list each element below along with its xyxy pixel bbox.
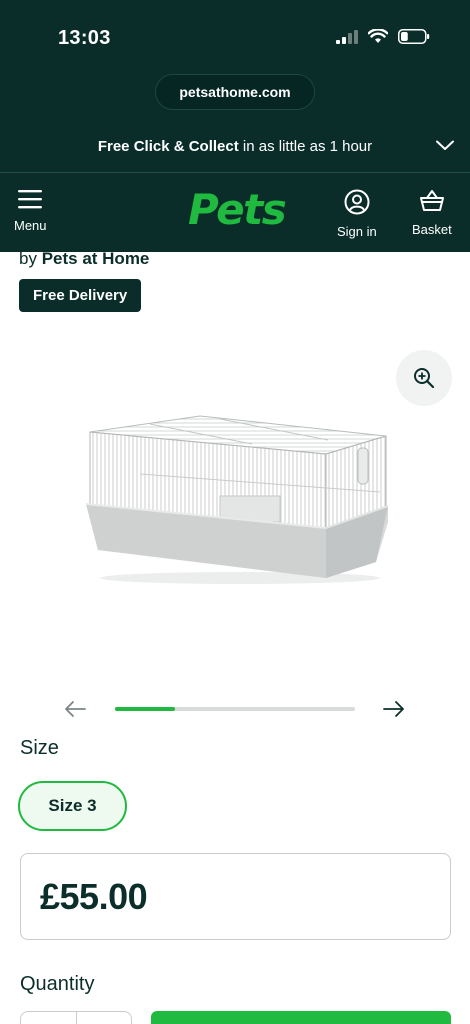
arrow-right-icon[interactable] [383,700,405,718]
pets-logo[interactable]: Pets [188,185,287,234]
size-label: Size [20,737,59,759]
basket-button[interactable]: Basket [412,189,452,237]
signal-icon [336,29,358,44]
brand-link[interactable]: Pets at Home [42,249,150,268]
zoom-button[interactable] [396,350,452,406]
product-image[interactable] [80,410,392,588]
status-bar: 13:03 [0,0,470,70]
sign-in-label: Sign in [337,224,377,239]
chevron-down-icon[interactable] [436,140,454,151]
quantity-label: Quantity [20,973,95,995]
price: £55.00 [40,876,148,917]
site-header: Menu Pets Sign in Basket [0,172,470,252]
free-delivery-badge: Free Delivery [19,279,142,312]
hamburger-icon [18,190,43,209]
sign-in-button[interactable]: Sign in [337,189,377,239]
status-time: 13:03 [58,27,111,49]
carousel-progress-fill [115,707,175,711]
user-icon [344,189,370,215]
promo-bold-text: Free Click & Collect [97,138,239,155]
menu-button[interactable]: Menu [14,189,47,233]
basket-label: Basket [412,222,452,237]
status-icons [336,29,430,44]
quantity-divider [76,1012,77,1024]
basket-icon [419,190,444,211]
wifi-icon [368,29,388,43]
zoom-in-icon [414,368,435,389]
battery-icon [398,29,430,44]
browser-url-area: petsathome.com [0,70,470,122]
url-bar[interactable]: petsathome.com [155,74,315,110]
brand-line: by Pets at Home [19,249,149,269]
quantity-stepper[interactable] [20,1011,132,1024]
size-option-selected[interactable]: Size 3 [18,781,127,831]
add-to-basket-button[interactable] [151,1011,451,1024]
price-box: £55.00 [20,853,451,940]
promo-rest-text: in as little as 1 hour [238,138,373,155]
menu-label: Menu [14,218,47,233]
promo-banner[interactable]: Free Click & Collect in as little as 1 h… [0,122,470,172]
arrow-left-icon[interactable] [64,700,86,718]
carousel-progress [115,707,355,711]
by-prefix: by [19,249,42,268]
